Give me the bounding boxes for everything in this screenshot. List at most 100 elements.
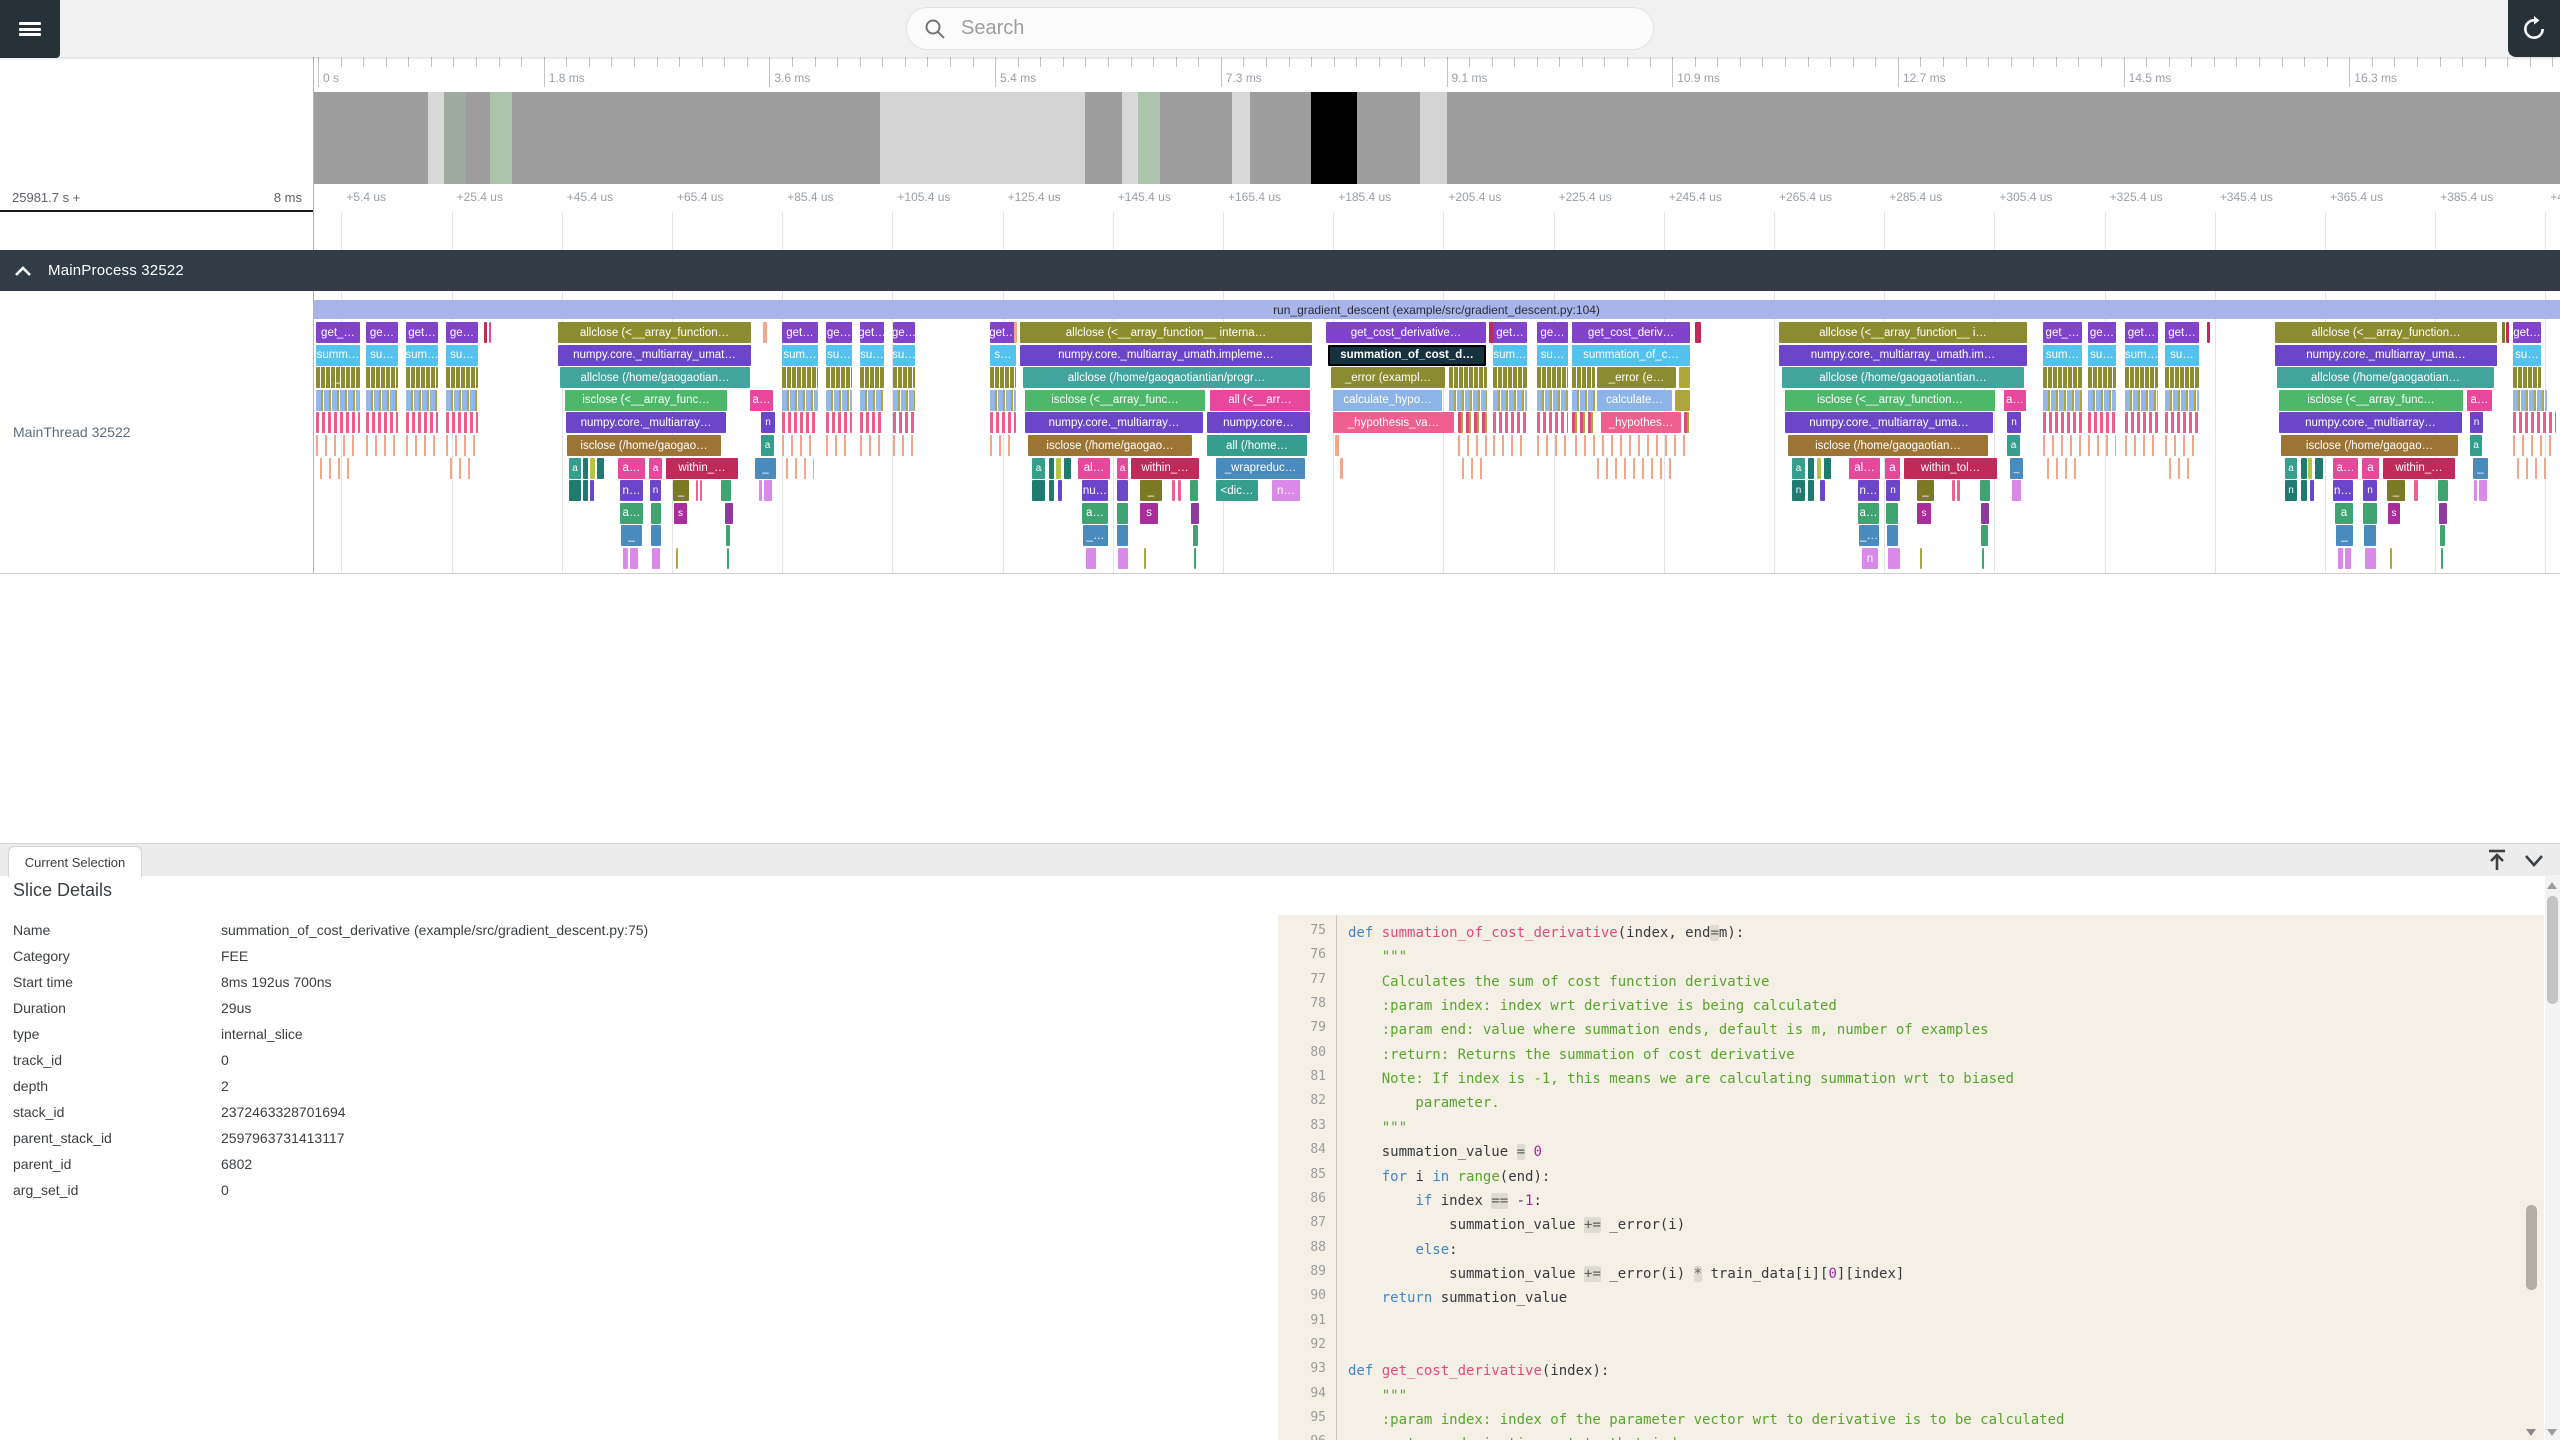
minimap-segment[interactable]	[1420, 92, 1447, 184]
flame-slice[interactable]: _hypothes…	[1601, 412, 1681, 434]
flame-slice[interactable]: ge…	[826, 322, 852, 343]
flame-slice[interactable]	[623, 548, 628, 569]
flame-slice[interactable]	[1117, 525, 1128, 547]
flame-slice[interactable]: n	[1862, 548, 1878, 569]
flame-slice[interactable]	[721, 480, 731, 502]
flame-slice[interactable]	[700, 480, 702, 502]
flame-slice[interactable]	[2125, 389, 2158, 411]
flame-slice[interactable]: s	[1917, 502, 1931, 524]
flame-slice[interactable]: su…	[2165, 344, 2199, 366]
flame-slice[interactable]	[406, 435, 438, 456]
flame-slice[interactable]	[782, 412, 818, 434]
flame-slice[interactable]	[990, 367, 1016, 389]
flame-slice[interactable]	[826, 412, 852, 434]
flame-slice[interactable]	[2207, 322, 2210, 343]
flame-slice[interactable]	[1808, 480, 1814, 502]
flame-slice[interactable]	[1537, 435, 1568, 456]
flame-slice[interactable]	[2440, 525, 2445, 547]
flame-slice[interactable]: _error (exampl…	[1331, 367, 1445, 389]
flame-slice[interactable]	[1032, 480, 1045, 502]
flame-slice[interactable]: numpy.core…	[1207, 412, 1310, 434]
flame-slice[interactable]	[1982, 548, 1984, 569]
flame-slice[interactable]	[1194, 548, 1196, 569]
flame-slice[interactable]	[651, 525, 661, 547]
flame-slice[interactable]	[727, 548, 729, 569]
flame-slice[interactable]: n	[2363, 480, 2377, 502]
flame-slice[interactable]	[860, 367, 884, 389]
flame-slice[interactable]	[1014, 322, 1017, 343]
flame-slice[interactable]: su…	[1537, 344, 1568, 366]
flame-slice[interactable]: sum…	[782, 344, 818, 366]
expand-panel-icon[interactable]	[2486, 848, 2508, 872]
flame-slice[interactable]: a…	[1082, 502, 1108, 524]
flame-slice[interactable]	[764, 480, 772, 502]
flame-slice[interactable]	[860, 435, 884, 456]
flame-slice[interactable]	[2301, 457, 2307, 479]
flame-slice[interactable]: su…	[366, 344, 398, 366]
flame-slice[interactable]	[1049, 480, 1054, 502]
flame-slice[interactable]	[1118, 548, 1128, 569]
flame-slice[interactable]	[1058, 480, 1062, 502]
flame-slice-run[interactable]: run_gradient_descent (example/src/gradie…	[313, 300, 2560, 319]
flame-slice[interactable]	[1575, 435, 1690, 456]
flame-slice[interactable]: a…	[2333, 457, 2358, 479]
flame-slice[interactable]	[1178, 480, 1181, 502]
flame-slice[interactable]: summation_of_cost_d…	[1328, 344, 1486, 366]
flame-slice[interactable]: _	[1140, 480, 1162, 502]
flame-slice[interactable]	[1679, 367, 1690, 389]
flame-slice[interactable]: allclose (/home/gaogaotiantian…	[1782, 367, 2024, 389]
flame-slice[interactable]: su…	[2513, 344, 2541, 366]
flame-slice[interactable]	[2365, 548, 2376, 569]
flame-slice[interactable]: _error (e…	[1597, 367, 1676, 389]
flame-slice[interactable]: n	[2285, 480, 2297, 502]
flame-slice[interactable]: get_cost_derivative…	[1326, 322, 1486, 343]
flame-slice[interactable]: isclose (<__array_func…	[1025, 389, 1205, 411]
flame-slice[interactable]	[1449, 367, 1487, 389]
flame-slice[interactable]: numpy.core._multiarray_uma…	[1785, 412, 1993, 434]
flame-slice[interactable]: _	[1917, 480, 1934, 502]
flame-slice[interactable]: s	[2388, 502, 2400, 524]
flame-slice[interactable]	[1458, 412, 1487, 434]
flame-slice[interactable]	[2088, 389, 2116, 411]
flame-slice[interactable]	[2513, 412, 2556, 434]
flame-slice[interactable]	[320, 457, 356, 479]
minimap-segment[interactable]	[1160, 92, 1232, 184]
flame-slice[interactable]	[484, 322, 487, 343]
flame-slice[interactable]	[782, 435, 818, 456]
code-scrollbar-thumb[interactable]	[2526, 1205, 2537, 1290]
flame-slice[interactable]	[1191, 502, 1199, 524]
flame-slice[interactable]	[826, 389, 852, 411]
flame-slice[interactable]: a	[2285, 457, 2297, 479]
flame-slice[interactable]	[316, 389, 360, 411]
flame-slice[interactable]	[590, 480, 594, 502]
flame-slice[interactable]: within_…	[2383, 457, 2455, 479]
flame-slice[interactable]	[1981, 525, 1988, 547]
flame-slice[interactable]	[990, 389, 1016, 411]
flame-slice[interactable]: isclose (<__array_func…	[2279, 389, 2463, 411]
flame-slice[interactable]	[786, 457, 814, 479]
minimap-segment[interactable]	[880, 92, 1085, 184]
flame-slice[interactable]: _	[621, 525, 642, 547]
minimap-segment[interactable]	[1232, 92, 1250, 184]
flame-slice[interactable]	[1193, 525, 1198, 547]
flame-slice[interactable]	[1808, 457, 1814, 479]
flame-slice[interactable]	[2390, 548, 2392, 569]
flame-slice[interactable]	[1493, 435, 1527, 456]
flame-slice[interactable]	[1056, 457, 1061, 479]
flame-slice[interactable]	[366, 412, 398, 434]
flame-slice[interactable]	[597, 457, 604, 479]
flame-slice[interactable]: su…	[446, 344, 478, 366]
flame-slice[interactable]: a	[761, 435, 774, 456]
flame-slice[interactable]	[2047, 457, 2078, 479]
flame-slice[interactable]	[1572, 412, 1595, 434]
flame-slice[interactable]: a	[2007, 435, 2020, 456]
flame-slice[interactable]: a	[1885, 457, 1900, 479]
flame-slice[interactable]	[2043, 435, 2082, 456]
minimap-segment[interactable]	[428, 92, 444, 184]
flame-slice[interactable]: n	[1792, 480, 1805, 502]
flame-slice[interactable]: get…	[860, 322, 884, 343]
flame-slice[interactable]	[1675, 389, 1690, 411]
flame-slice[interactable]: isclose (<__array_func…	[565, 389, 727, 411]
flame-slice[interactable]	[366, 389, 398, 411]
flame-slice[interactable]	[2165, 412, 2199, 434]
